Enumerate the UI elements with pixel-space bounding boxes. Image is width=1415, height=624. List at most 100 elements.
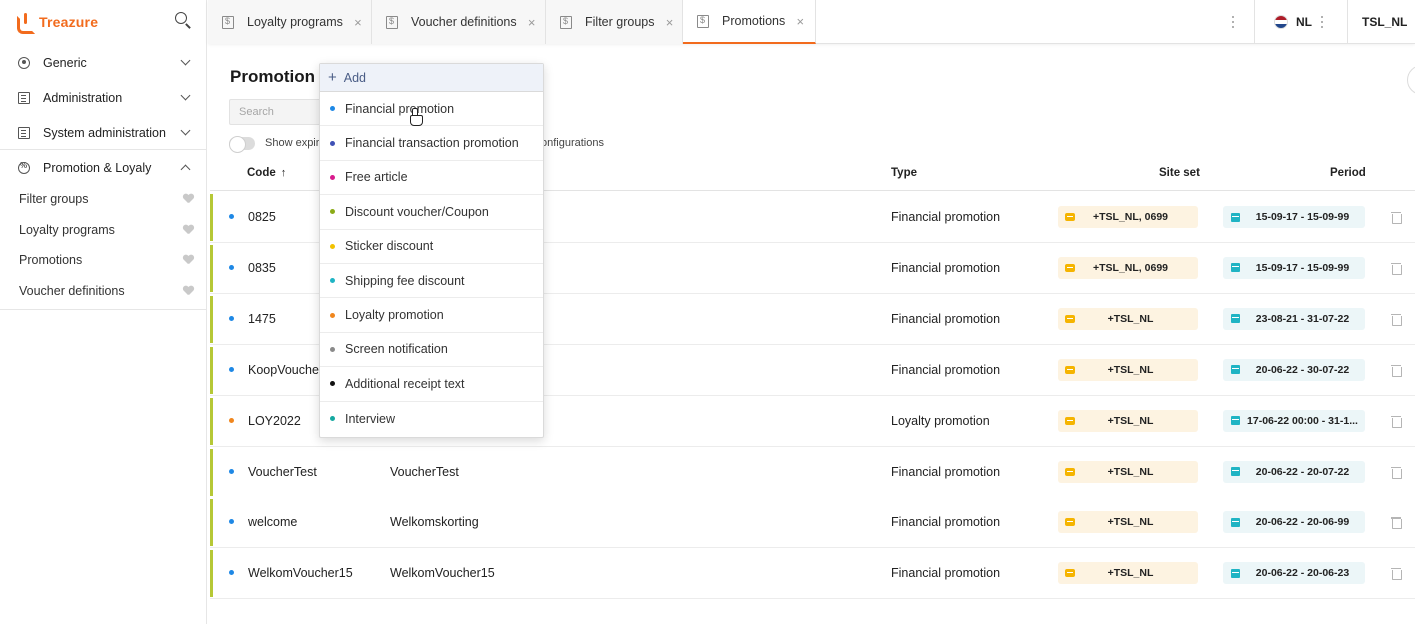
type-dot [330,416,335,422]
row-code: welcome [248,515,298,530]
row-type: Financial promotion [891,311,1001,326]
trash-icon[interactable] [1391,313,1402,326]
dropdown-item[interactable]: Additional receipt text [320,367,543,402]
site-set-badge: +TSL_NL [1058,307,1198,330]
dropdown-item[interactable]: Financial transaction promotion [320,126,543,161]
type-dot [229,417,234,423]
tab-promotions[interactable]: Promotions × [683,0,816,44]
row-type: Financial promotion [891,464,1001,479]
row-code: WelkomVoucher15 [248,566,353,581]
row-status-bar [210,244,213,292]
column-header-site-set[interactable]: Site set [1159,167,1200,179]
period-badge: 20-06-22 - 20-06-23 [1223,562,1365,585]
row-type: Financial promotion [891,362,1001,377]
add-button[interactable]: + Add [320,64,543,92]
sidebar-item-voucher-definitions[interactable]: Voucher definitions [0,276,207,306]
search-input[interactable] [229,99,323,125]
period-badge: 23-08-21 - 31-07-22 [1223,307,1365,330]
sort-ascending-icon[interactable]: ↑ [281,167,287,179]
tab-loyalty-programs[interactable]: Loyalty programs × [208,0,372,44]
period-badge: 15-09-17 - 15-09-99 [1223,206,1365,228]
row-description: WelkomVoucher15 [390,566,495,581]
site-set-badge: +TSL_NL [1058,358,1198,381]
type-dot [229,570,234,576]
heart-icon[interactable] [183,225,194,235]
search-icon[interactable] [174,11,192,29]
sidebar-group-promotion-loyaly[interactable]: Promotion & Loyaly [0,150,207,185]
sidebar-item-promotions[interactable]: Promotions [0,245,207,275]
language-options-icon[interactable] [1315,14,1329,30]
add-promotion-dropdown: + Add Financial promotion Financial trans… [319,63,544,438]
row-description: VoucherTest [390,464,459,479]
sidebar-item-filter-groups[interactable]: Filter groups [0,184,207,214]
row-type: Financial promotion [891,566,1001,581]
site-set-icon [1065,467,1075,476]
row-code: LOY2022 [248,413,301,428]
dropdown-item[interactable]: Free article [320,161,543,196]
trash-icon[interactable] [1391,262,1402,275]
site-code[interactable]: TSL_NL [1362,15,1407,29]
language-selector[interactable]: NL [1254,0,1348,44]
site-set-icon [1065,263,1075,272]
tab-voucher-definitions[interactable]: Voucher definitions × [372,0,546,44]
calendar-icon [1231,416,1240,426]
row-status-bar [210,397,213,445]
sidebar-group-administration[interactable]: Administration [0,80,207,115]
dropdown-item[interactable]: Shipping fee discount [320,264,543,299]
sidebar-group-generic[interactable]: Generic [0,45,207,80]
calendar-icon [1231,263,1240,273]
dropdown-menu: Financial promotion Financial transaction… [320,92,543,436]
trash-icon[interactable] [1391,567,1402,581]
round-action-button[interactable] [1407,65,1415,95]
page-title: Promotion [230,67,315,86]
type-dot [330,346,335,352]
sidebar-group-system-administration[interactable]: System administration [0,115,207,150]
trash-icon[interactable] [1391,516,1402,530]
site-set-badge: +TSL_NL, 0699 [1058,206,1198,228]
brand[interactable]: Treazure [16,11,98,33]
dropdown-item[interactable]: Discount voucher/Coupon [320,195,543,230]
table-row[interactable]: VoucherTest VoucherTest Financial promotio… [210,446,1415,498]
trash-icon[interactable] [1391,211,1402,224]
close-icon[interactable]: × [352,15,364,30]
heart-icon[interactable] [183,286,194,296]
site-set-icon [1065,416,1075,425]
table-row[interactable]: WelkomVoucher15 WelkomVoucher15 Financial … [210,548,1415,600]
table-row[interactable]: welcome Welkomskorting Financial promotion… [210,497,1415,549]
column-header-code[interactable]: Code ↑ [247,167,286,179]
trash-icon[interactable] [1391,415,1402,428]
calendar-icon [1231,568,1240,578]
row-status-bar [210,295,213,343]
close-icon[interactable]: × [526,15,538,30]
dropdown-item[interactable]: Interview [320,402,543,436]
heart-icon[interactable] [183,194,194,204]
column-header-period[interactable]: Period [1330,167,1366,179]
dropdown-item[interactable]: Screen notification [320,333,543,368]
type-dot [330,312,335,318]
type-dot [330,106,335,112]
divider [0,309,207,310]
trash-icon[interactable] [1391,364,1402,377]
site-set-icon [1065,314,1075,323]
type-dot [229,468,234,474]
tab-document-icon [222,15,234,29]
site-set-icon [1065,569,1075,578]
site-set-badge: +TSL_NL [1058,460,1198,483]
close-icon[interactable]: × [794,14,806,29]
trash-icon[interactable] [1391,466,1402,479]
chevron-down-icon [180,55,191,66]
dropdown-item[interactable]: Loyalty promotion [320,298,543,333]
period-badge: 20-06-22 - 30-07-22 [1223,358,1365,381]
heart-icon[interactable] [183,255,194,265]
sidebar-item-loyalty-programs[interactable]: Loyalty programs [0,215,207,245]
calendar-icon [1231,517,1240,527]
dropdown-item[interactable]: Financial promotion [320,92,543,127]
type-dot [229,519,234,525]
more-options-icon[interactable] [1226,14,1240,30]
show-expired-toggle[interactable] [229,136,255,153]
type-dot [330,140,335,146]
tab-filter-groups[interactable]: Filter groups × [546,0,683,44]
dropdown-item[interactable]: Sticker discount [320,230,543,264]
close-icon[interactable]: × [663,15,675,30]
column-header-type[interactable]: Type [891,167,917,179]
